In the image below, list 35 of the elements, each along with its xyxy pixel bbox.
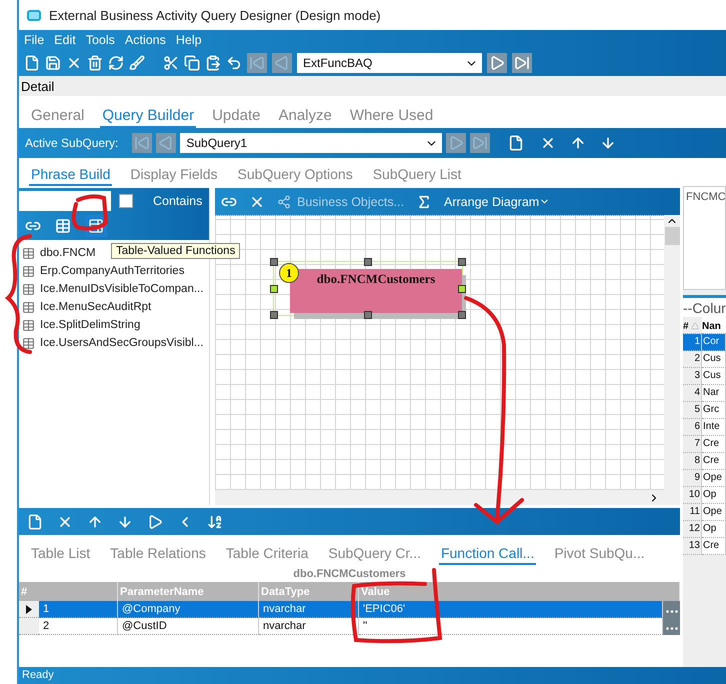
table-cell: @CustID — [118, 618, 259, 635]
column-header: # — [19, 582, 118, 601]
table-cell: nvarchar — [259, 601, 359, 618]
table-cell: nvarchar — [259, 618, 359, 635]
row-number: 9 — [683, 470, 702, 487]
row-number: 7 — [683, 436, 702, 453]
row-number: 1 — [683, 334, 702, 351]
row-number: 13 — [683, 538, 702, 555]
row-number: 3 — [683, 368, 702, 385]
row-number: 12 — [683, 521, 702, 538]
tooltip: Table-Valued Functions — [111, 243, 240, 259]
grid-caption: dbo.FNCMCustomers — [292, 567, 407, 582]
subquery-label: Active SubQuery: — [25, 136, 118, 150]
table-title: dbo.FNCMCustomers — [316, 272, 436, 287]
row-number: 8 — [683, 453, 702, 470]
row-number: 11 — [683, 504, 702, 521]
window-title: External Business Activity Query Designer (Design mode) — [49, 8, 381, 22]
column-list-title: --Colur — [683, 295, 726, 317]
row-number: 10 — [683, 487, 702, 504]
function-name-box: FNCMC — [683, 186, 726, 290]
table-cell: @Company — [118, 601, 259, 618]
contains-label: Contains — [153, 194, 202, 208]
table-cell: 1 — [39, 601, 118, 618]
row-number: 4 — [683, 385, 702, 402]
row-number: 2 — [683, 351, 702, 368]
table-cell: 2 — [39, 618, 118, 635]
column-header: Value — [359, 582, 680, 601]
column-header: ParameterName — [118, 582, 259, 601]
status-bar: Ready — [19, 667, 726, 684]
section-label: Detail — [19, 76, 726, 96]
row-number: 6 — [683, 419, 702, 436]
column-header: DataType — [259, 582, 359, 601]
number-badge: 1 — [279, 263, 299, 283]
column-header: Nan — [702, 317, 726, 334]
row-number: 5 — [683, 402, 702, 419]
